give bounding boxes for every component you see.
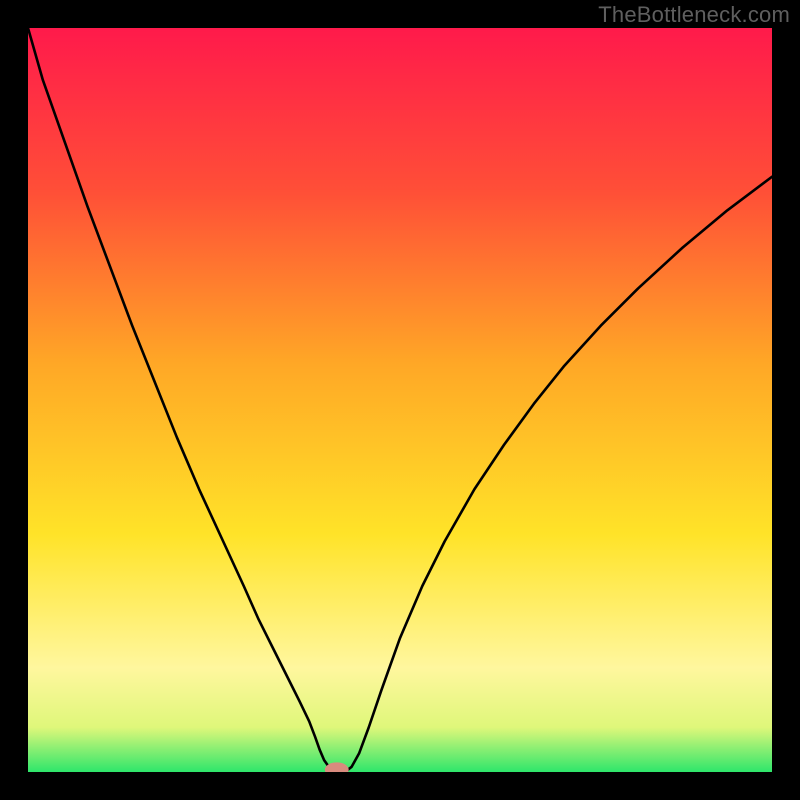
chart-container: TheBottleneck.com — [0, 0, 800, 800]
plot-area — [28, 28, 772, 772]
gradient-background — [28, 28, 772, 772]
chart-svg — [28, 28, 772, 772]
watermark-text: TheBottleneck.com — [598, 2, 790, 28]
